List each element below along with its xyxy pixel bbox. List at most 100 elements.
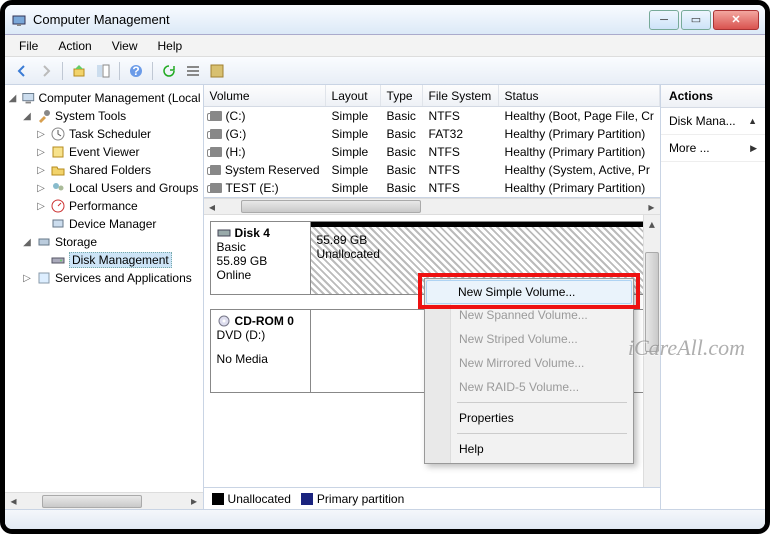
volume-fs: NTFS xyxy=(423,181,499,195)
volume-icon xyxy=(210,165,221,175)
volume-name: System Reserved xyxy=(225,163,320,177)
menu-action[interactable]: Action xyxy=(48,36,101,56)
expander-icon[interactable]: ◢ xyxy=(21,111,33,122)
menu-help[interactable]: Help xyxy=(427,437,631,461)
menu-help[interactable]: Help xyxy=(148,36,193,56)
tree-device-manager[interactable]: Device Manager xyxy=(69,217,156,231)
volume-status: Healthy (Boot, Page File, Cr xyxy=(499,109,660,123)
event-icon xyxy=(50,144,66,160)
menu-file[interactable]: File xyxy=(9,36,48,56)
close-button[interactable]: ✕ xyxy=(713,10,759,30)
help-button[interactable]: ? xyxy=(125,60,147,82)
volume-fs: NTFS xyxy=(423,109,499,123)
volume-fs: FAT32 xyxy=(423,127,499,141)
tree-shared-folders[interactable]: Shared Folders xyxy=(69,163,151,177)
expander-icon[interactable]: ▷ xyxy=(21,273,33,284)
menu-new-striped-volume: New Striped Volume... xyxy=(427,327,631,351)
expander-icon[interactable]: ▷ xyxy=(35,129,47,140)
maximize-button[interactable]: ▭ xyxy=(681,10,711,30)
expander-icon[interactable]: ▷ xyxy=(35,165,47,176)
expander-icon[interactable]: ▷ xyxy=(35,147,47,158)
cdrom-icon xyxy=(217,315,231,327)
svg-text:?: ? xyxy=(132,64,139,78)
disk-drive: DVD (D:) xyxy=(217,328,304,342)
volume-row[interactable]: (C:) Simple Basic NTFS Healthy (Boot, Pa… xyxy=(204,107,660,125)
expander-icon[interactable]: ▷ xyxy=(35,201,47,212)
col-type[interactable]: Type xyxy=(381,85,423,106)
settings-button[interactable] xyxy=(206,60,228,82)
performance-icon xyxy=(50,198,66,214)
legend-primary: Primary partition xyxy=(301,492,404,506)
refresh-button[interactable] xyxy=(158,60,180,82)
disk-status: No Media xyxy=(217,352,304,366)
disk-size: 55.89 GB xyxy=(217,254,304,268)
volume-table-header: Volume Layout Type File System Status xyxy=(204,85,660,107)
minimize-button[interactable]: ─ xyxy=(649,10,679,30)
col-fs[interactable]: File System xyxy=(423,85,499,106)
volume-layout: Simple xyxy=(326,127,381,141)
volume-type: Basic xyxy=(381,109,423,123)
volume-row[interactable]: (G:) Simple Basic FAT32 Healthy (Primary… xyxy=(204,125,660,143)
actions-disk-management[interactable]: Disk Mana...▲ xyxy=(661,108,765,135)
menubar: File Action View Help xyxy=(5,35,765,57)
volume-name: TEST (E:) xyxy=(226,181,279,195)
storage-icon xyxy=(36,234,52,250)
disk-status: Online xyxy=(217,268,304,282)
expander-icon[interactable]: ▷ xyxy=(35,183,47,194)
clock-icon xyxy=(50,126,66,142)
legend-unallocated: Unallocated xyxy=(212,492,291,506)
tree-services-apps[interactable]: Services and Applications xyxy=(55,271,192,285)
tree-root[interactable]: Computer Management (Local xyxy=(38,91,200,105)
menu-new-simple-volume[interactable]: New Simple Volume... xyxy=(426,280,632,304)
volume-status: Healthy (Primary Partition) xyxy=(499,181,660,195)
volume-type: Basic xyxy=(381,163,423,177)
users-icon xyxy=(50,180,66,196)
volume-status: Healthy (Primary Partition) xyxy=(499,127,660,141)
context-menu: New Simple Volume... New Spanned Volume.… xyxy=(424,278,634,464)
volume-layout: Simple xyxy=(326,181,381,195)
list-button[interactable] xyxy=(182,60,204,82)
tree-disk-management[interactable]: Disk Management xyxy=(69,252,172,268)
volume-name: (H:) xyxy=(226,145,246,159)
expander-icon[interactable]: ◢ xyxy=(7,93,18,104)
col-volume[interactable]: Volume xyxy=(204,85,326,106)
volume-row[interactable]: TEST (E:) Simple Basic NTFS Healthy (Pri… xyxy=(204,179,660,197)
disk-vertical-scrollbar[interactable]: ▴ xyxy=(643,215,660,487)
tree-performance[interactable]: Performance xyxy=(69,199,138,213)
volume-horizontal-scrollbar[interactable]: ◂▸ xyxy=(204,198,660,215)
services-icon xyxy=(36,270,52,286)
actions-more[interactable]: More ...▶ xyxy=(661,135,765,162)
disk-info[interactable]: CD-ROM 0 DVD (D:) No Media xyxy=(211,310,311,392)
computer-icon xyxy=(21,90,36,106)
disk-info[interactable]: Disk 4 Basic 55.89 GB Online xyxy=(211,222,311,294)
tree-task-scheduler[interactable]: Task Scheduler xyxy=(69,127,151,141)
menu-view[interactable]: View xyxy=(102,36,148,56)
col-layout[interactable]: Layout xyxy=(326,85,381,106)
up-button[interactable] xyxy=(68,60,90,82)
volume-icon xyxy=(210,147,222,157)
volume-row[interactable]: System Reserved Simple Basic NTFS Health… xyxy=(204,161,660,179)
volume-icon xyxy=(210,183,222,193)
tree-storage[interactable]: Storage xyxy=(55,235,97,249)
volume-table: Volume Layout Type File System Status (C… xyxy=(204,85,660,198)
forward-button[interactable] xyxy=(35,60,57,82)
tree-horizontal-scrollbar[interactable]: ◂▸ xyxy=(5,492,203,509)
tree-system-tools[interactable]: System Tools xyxy=(55,109,126,123)
statusbar xyxy=(5,509,765,529)
volume-layout: Simple xyxy=(326,109,381,123)
legend: Unallocated Primary partition xyxy=(204,487,660,509)
volume-icon xyxy=(210,129,222,139)
volume-row[interactable]: (H:) Simple Basic NTFS Healthy (Primary … xyxy=(204,143,660,161)
volume-type: Basic xyxy=(381,181,423,195)
volume-layout: Simple xyxy=(326,163,381,177)
volume-icon xyxy=(210,111,222,121)
back-button[interactable] xyxy=(11,60,33,82)
tree-event-viewer[interactable]: Event Viewer xyxy=(69,145,139,159)
col-status[interactable]: Status xyxy=(499,85,660,106)
tree-local-users[interactable]: Local Users and Groups xyxy=(69,181,198,195)
menu-properties[interactable]: Properties xyxy=(427,406,631,430)
device-icon xyxy=(50,216,66,232)
expander-icon[interactable]: ◢ xyxy=(21,237,33,248)
show-hide-tree-button[interactable] xyxy=(92,60,114,82)
disk-type: Basic xyxy=(217,240,304,254)
